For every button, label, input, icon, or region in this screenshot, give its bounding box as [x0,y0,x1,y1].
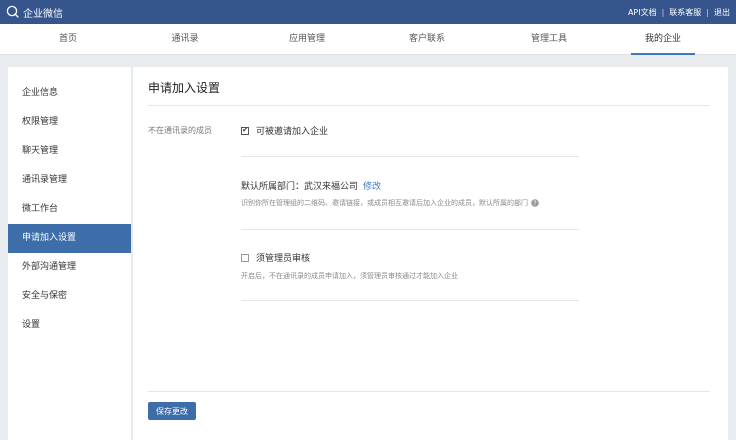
sidebar-item-enterprise-info[interactable]: 企业信息 [8,79,131,108]
invite-option[interactable]: ✔ 可被邀请加入企业 [241,124,328,137]
default-dept-line: 默认所属部门：武汉来福公司 修改 [241,179,381,192]
divider [148,105,710,106]
dept-hint-text: 识别你所在管理组的二维码、邀请链接，或成员相互邀请后加入企业的成员，默认所属的部… [241,199,528,207]
nav-my-enterprise[interactable]: 我的企业 [627,24,699,55]
sidebar-item-security[interactable]: 安全与保密 [8,282,131,311]
sidebar: 企业信息 权限管理 聊天管理 通讯录管理 微工作台 申请加入设置 外部沟通管理 … [8,67,132,440]
page-title: 申请加入设置 [148,81,221,95]
sidebar-item-workbench[interactable]: 微工作台 [8,195,131,224]
sidebar-item-settings[interactable]: 设置 [8,311,131,340]
main-panel: 申请加入设置 不在通讯录的成员 ✔ 可被邀请加入企业 默认所属部门：武汉来福公司… [133,67,728,440]
divider [148,391,710,392]
edit-dept-link[interactable]: 修改 [363,182,381,192]
sidebar-item-contacts-management[interactable]: 通讯录管理 [8,166,131,195]
review-option-label: 须管理员审核 [256,254,311,264]
separator: | [706,7,709,17]
divider [241,156,579,157]
review-option[interactable]: 须管理员审核 [241,251,310,264]
sidebar-item-chat-management[interactable]: 聊天管理 [8,137,131,166]
nav-home[interactable]: 首页 [38,24,98,55]
nav-contacts[interactable]: 通讯录 [155,24,215,55]
svg-text:?: ? [533,200,536,207]
nav-customer-contact[interactable]: 客户联系 [392,24,462,55]
divider [241,229,579,230]
top-bar: 企业微信 API文档 | 联系客服 | 退出 [0,0,736,24]
dept-hint: 识别你所在管理组的二维码、邀请链接，或成员相互邀请后加入企业的成员，默认所属的部… [241,198,539,208]
help-icon[interactable]: ? [531,199,539,207]
review-checkbox[interactable] [241,253,249,262]
api-docs-link[interactable]: API文档 [628,7,657,18]
main-nav: 首页 通讯录 应用管理 客户联系 管理工具 我的企业 [0,24,736,55]
sidebar-item-join-settings[interactable]: 申请加入设置 [8,224,131,253]
invite-option-label: 可被邀请加入企业 [256,127,329,137]
default-dept-label: 默认所属部门：武汉来福公司 [241,182,359,192]
review-hint-text: 开启后，不在通讯录的成员申请加入，须管理员审核通过才能加入企业 [241,272,458,280]
separator: | [661,7,665,17]
nav-app-management[interactable]: 应用管理 [272,24,342,55]
contact-support-link[interactable]: 联系客服 [669,7,701,18]
brand-name: 企业微信 [23,8,63,20]
top-links: API文档 | 联系客服 | 退出 [628,7,736,18]
brand[interactable]: 企业微信 [0,5,63,20]
save-changes-button[interactable]: 保存更改 [148,402,196,420]
divider [241,300,579,301]
review-hint: 开启后，不在通讯录的成员申请加入，须管理员审核通过才能加入企业 [241,271,458,281]
sidebar-item-permissions[interactable]: 权限管理 [8,108,131,137]
nav-management-tools[interactable]: 管理工具 [514,24,584,55]
non-member-label: 不在通讯录的成员 [148,126,212,135]
sidebar-item-external-communication[interactable]: 外部沟通管理 [8,253,131,282]
logout-link[interactable]: 退出 [714,7,730,18]
invite-checkbox[interactable]: ✔ [241,126,249,135]
wecom-logo-icon [6,5,19,18]
